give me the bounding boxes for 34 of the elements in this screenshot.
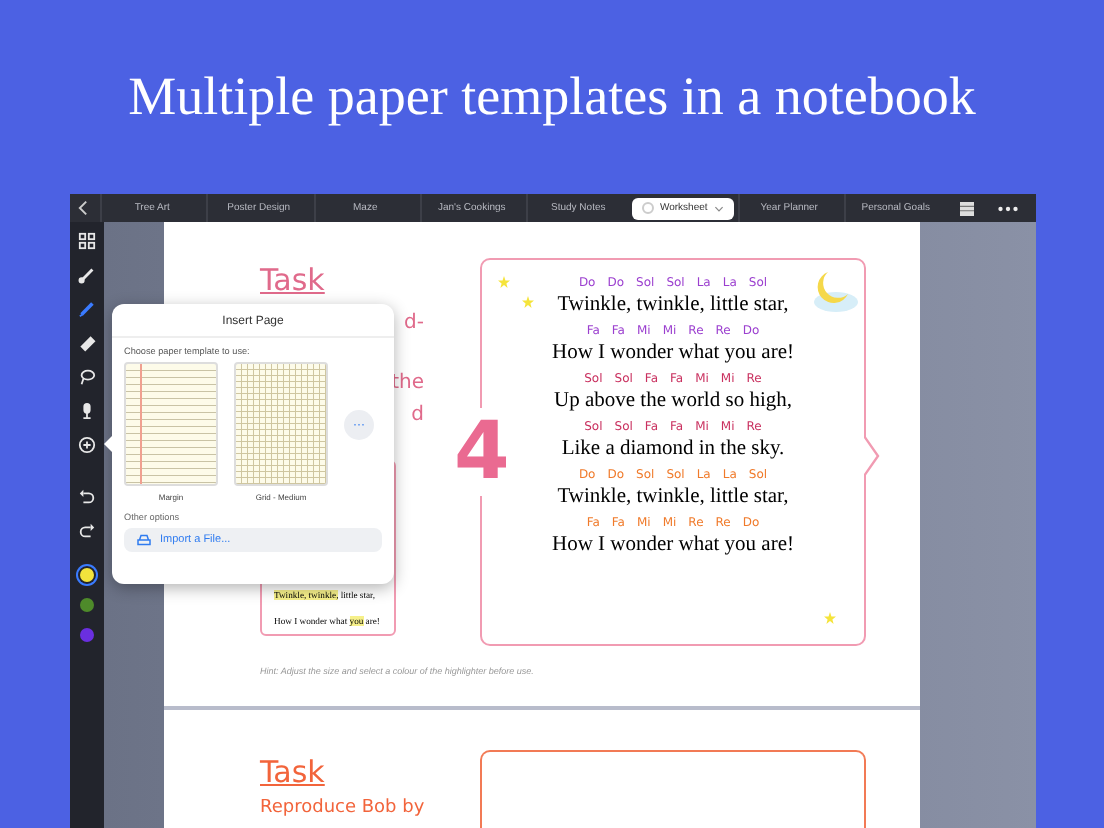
- mic-icon[interactable]: [78, 402, 96, 420]
- chevron-icon: [713, 205, 724, 211]
- star-icon: [522, 296, 534, 308]
- back-icon[interactable]: [78, 200, 88, 216]
- color-swatch[interactable]: [80, 568, 94, 582]
- task-text: d: [411, 402, 424, 430]
- task-title: Task: [260, 754, 325, 790]
- lyric-line: How I wonder what you are!: [551, 340, 794, 368]
- star-icon: [824, 612, 836, 624]
- task-text: d-: [404, 310, 424, 338]
- list-icon[interactable]: [960, 201, 974, 215]
- template-thumbnail[interactable]: [124, 362, 218, 486]
- lasso-icon[interactable]: [78, 368, 96, 386]
- color-swatch[interactable]: [80, 628, 94, 642]
- headline: Multiple paper templates in a notebook: [128, 64, 976, 130]
- lyric-line: How I wonder what you are!: [551, 532, 794, 560]
- lyric-line: Up above the world so high,: [554, 388, 792, 416]
- undo-icon[interactable]: [78, 488, 96, 506]
- add-icon[interactable]: [78, 436, 96, 454]
- eraser-icon[interactable]: [78, 334, 96, 352]
- lyric-line: Twinkle, twinkle, little star,: [557, 292, 789, 320]
- redo-icon[interactable]: [78, 522, 96, 540]
- lyric-line: Twinkle, twinkle, little star,: [557, 484, 789, 512]
- brush-icon[interactable]: [78, 266, 96, 284]
- star-icon: [498, 276, 510, 288]
- lyric-line: Like a diamond in the sky.: [561, 436, 785, 464]
- pen-icon[interactable]: [78, 300, 96, 318]
- more-icon[interactable]: [998, 205, 1018, 211]
- task-text: Reproduce Bob by: [260, 798, 427, 818]
- tray-icon: [136, 534, 152, 546]
- task-title: Task: [260, 262, 325, 298]
- template-thumbnail[interactable]: [234, 362, 328, 486]
- grid-icon[interactable]: [78, 232, 96, 250]
- color-swatch[interactable]: [80, 598, 94, 612]
